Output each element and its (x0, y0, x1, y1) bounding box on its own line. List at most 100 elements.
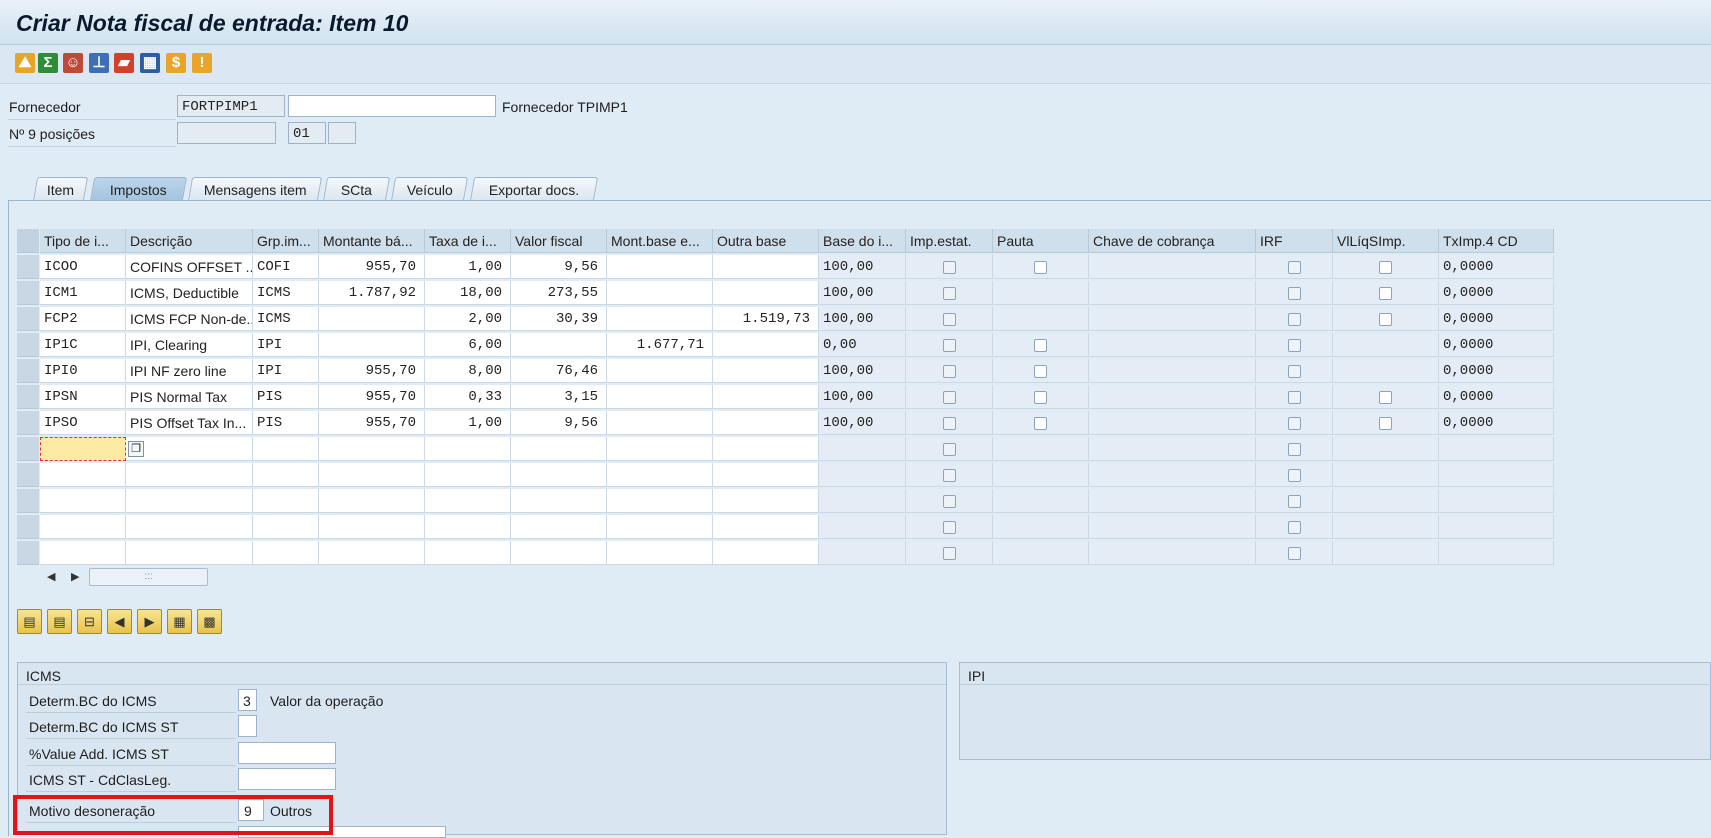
row-checkbox[interactable] (943, 521, 956, 534)
column-header[interactable]: Tipo de i... (40, 229, 126, 253)
table-cell[interactable] (511, 463, 607, 487)
table-cell[interactable]: 0,00 (819, 333, 906, 357)
table-cell[interactable] (425, 463, 511, 487)
table-cell[interactable]: 1,00 (425, 411, 511, 435)
column-header[interactable]: Montante bá... (319, 229, 425, 253)
row-checkbox[interactable] (1034, 391, 1047, 404)
fornecedor-extra-field[interactable] (288, 95, 496, 117)
row-checkbox[interactable] (1288, 339, 1301, 352)
table-cell[interactable]: 100,00 (819, 359, 906, 383)
row-checkbox[interactable] (943, 339, 956, 352)
table-cell[interactable] (319, 307, 425, 331)
tab-exportar-docs[interactable]: Exportar docs. (469, 177, 599, 201)
table-cell[interactable] (713, 255, 819, 279)
row-checkbox[interactable] (1034, 365, 1047, 378)
icms-st-cdclasleg-field[interactable] (238, 768, 336, 790)
table-cell[interactable] (1089, 463, 1256, 487)
table-cell[interactable]: 30,39 (511, 307, 607, 331)
value-help-icon[interactable]: ❐ (128, 441, 144, 457)
table-cell[interactable]: IPSO (40, 411, 126, 435)
item-number-field[interactable]: 01 (288, 122, 326, 144)
table-cell[interactable] (607, 463, 713, 487)
table-cell[interactable] (607, 411, 713, 435)
table-cell[interactable]: IPI NF zero line (126, 359, 253, 383)
table-cell[interactable]: COFINS OFFSET ... (126, 255, 253, 279)
table-cell[interactable]: 8,00 (425, 359, 511, 383)
table-cell[interactable]: 0,0000 (1439, 307, 1554, 331)
table-cell[interactable]: 6,00 (425, 333, 511, 357)
determ-bc-icms-field[interactable]: 3 (238, 689, 257, 711)
column-header[interactable]: VlLíqSImp. (1333, 229, 1439, 253)
column-header[interactable]: Base do i... (819, 229, 906, 253)
table-cell[interactable] (993, 541, 1089, 565)
table-cell[interactable] (713, 359, 819, 383)
row-checkbox[interactable] (1379, 287, 1392, 300)
row-checkbox[interactable] (1379, 391, 1392, 404)
table-cell[interactable] (425, 515, 511, 539)
table-cell[interactable]: 955,70 (319, 255, 425, 279)
table-cell[interactable] (607, 515, 713, 539)
posicoes-field[interactable] (177, 122, 276, 144)
table-cell[interactable]: 9,56 (511, 255, 607, 279)
table-cell[interactable] (319, 515, 425, 539)
row-checkbox[interactable] (1288, 261, 1301, 274)
row-checkbox[interactable] (943, 469, 956, 482)
table-cell[interactable] (713, 541, 819, 565)
determ-bc-icms-st-field[interactable] (238, 715, 257, 737)
table-cell[interactable] (993, 281, 1089, 305)
horizontal-scrollbar[interactable]: ::: (89, 568, 208, 586)
row-selector[interactable] (17, 463, 39, 487)
table-cell[interactable] (1439, 515, 1554, 539)
previous-button[interactable]: ◀ (107, 609, 132, 634)
table-cell[interactable] (40, 463, 126, 487)
table-cell[interactable]: 0,0000 (1439, 385, 1554, 409)
row-selector[interactable] (17, 411, 39, 435)
column-header[interactable]: Grp.im... (253, 229, 319, 253)
row-checkbox[interactable] (1288, 521, 1301, 534)
table-cell[interactable] (993, 463, 1089, 487)
table-cell[interactable] (713, 463, 819, 487)
table-cell[interactable] (253, 463, 319, 487)
table-cell[interactable] (713, 437, 819, 461)
table-cell[interactable] (425, 437, 511, 461)
table-cell[interactable] (1333, 437, 1439, 461)
table-cell[interactable] (713, 411, 819, 435)
tab-item[interactable]: Item (32, 177, 89, 201)
row-checkbox[interactable] (943, 443, 956, 456)
row-checkbox[interactable] (943, 287, 956, 300)
row-checkbox[interactable] (943, 261, 956, 274)
table-cell[interactable] (1089, 411, 1256, 435)
table-cell[interactable] (1089, 437, 1256, 461)
table-cell[interactable] (126, 463, 253, 487)
row-checkbox[interactable] (1288, 287, 1301, 300)
row-checkbox[interactable] (1379, 313, 1392, 326)
partner-icon[interactable]: ⛰ (15, 53, 35, 73)
table-cell[interactable] (607, 307, 713, 331)
table-cell[interactable] (511, 489, 607, 513)
table-cell[interactable] (253, 515, 319, 539)
table-cell[interactable]: 100,00 (819, 281, 906, 305)
table-cell[interactable]: 0,0000 (1439, 333, 1554, 357)
column-header[interactable]: Taxa de i... (425, 229, 511, 253)
table-cell[interactable]: ICOO (40, 255, 126, 279)
table-cell[interactable] (1089, 541, 1256, 565)
table-cell[interactable] (993, 307, 1089, 331)
table-cell[interactable] (126, 437, 253, 461)
new-entry-input[interactable] (40, 437, 126, 461)
row-selector[interactable] (17, 515, 39, 539)
table-cell[interactable]: 18,00 (425, 281, 511, 305)
row-checkbox[interactable] (943, 313, 956, 326)
row-selector[interactable] (17, 255, 39, 279)
table-cell[interactable] (511, 437, 607, 461)
table-cell[interactable] (1333, 541, 1439, 565)
scroll-right-button[interactable]: ▶ (71, 570, 79, 583)
row-checkbox[interactable] (1288, 391, 1301, 404)
table-cell[interactable] (993, 489, 1089, 513)
table-cell[interactable]: 100,00 (819, 255, 906, 279)
table-cell[interactable] (319, 437, 425, 461)
table-cell[interactable] (319, 463, 425, 487)
column-header[interactable]: Descrição (126, 229, 253, 253)
table-cell[interactable]: 0,0000 (1439, 411, 1554, 435)
table-cell[interactable]: 76,46 (511, 359, 607, 383)
table-cell[interactable] (253, 489, 319, 513)
